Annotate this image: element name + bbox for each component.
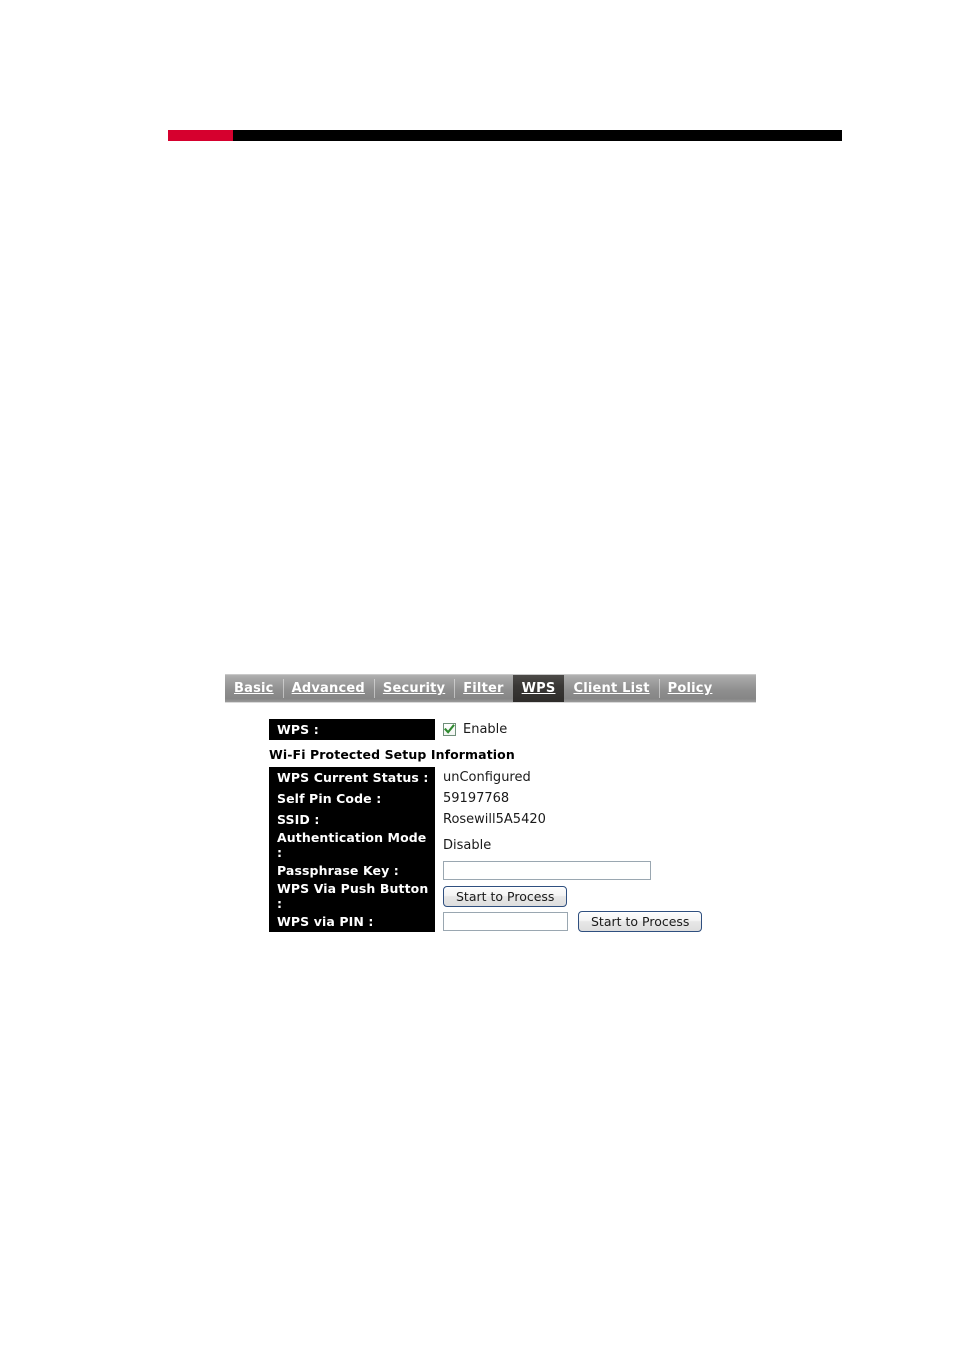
wps-via-pin-label: WPS via PIN : [269, 911, 435, 932]
self-pin-code-label: Self Pin Code : [269, 788, 435, 809]
row-wps-current-status: WPS Current Status : unConfigured [269, 767, 765, 788]
tab-basic-label: Basic [234, 681, 274, 696]
wps-settings-panel: WPS : Enable Wi-Fi Protected Setup Infor… [269, 719, 765, 932]
tab-policy[interactable]: Policy [658, 675, 722, 702]
wps-current-status-value: unConfigured [443, 770, 531, 785]
navigation-tab-bar: Basic Advanced Security Filter WPS Clien… [225, 674, 756, 703]
row-wps-push-button: WPS Via Push Button : Start to Process [269, 881, 765, 911]
tab-filter[interactable]: Filter [454, 675, 512, 702]
self-pin-code-value: 59197768 [443, 791, 510, 806]
wps-enable-checkbox[interactable] [443, 723, 456, 736]
row-wps-enable: WPS : Enable [269, 719, 765, 740]
passphrase-key-label: Passphrase Key : [269, 860, 435, 881]
wps-enable-checkbox-label: Enable [463, 722, 508, 737]
tab-security-label: Security [382, 681, 446, 696]
row-self-pin-code: Self Pin Code : 59197768 [269, 788, 765, 809]
passphrase-key-input[interactable] [443, 861, 651, 880]
row-ssid: SSID : Rosewill5A5420 [269, 809, 765, 830]
header-accent-bar [168, 130, 233, 141]
tab-policy-label: Policy [667, 681, 713, 696]
wps-current-status-label: WPS Current Status : [269, 767, 435, 788]
tab-security[interactable]: Security [373, 675, 454, 702]
tab-advanced-label: Advanced [291, 681, 365, 696]
section-heading-wps-info: Wi-Fi Protected Setup Information [269, 747, 515, 762]
wps-push-button-label: WPS Via Push Button : [269, 881, 435, 911]
header-black-bar [233, 130, 842, 141]
row-passphrase-key: Passphrase Key : [269, 860, 765, 881]
tab-advanced[interactable]: Advanced [282, 675, 374, 702]
wps-pin-input[interactable] [443, 912, 568, 931]
ssid-value: Rosewill5A5420 [443, 812, 546, 827]
tab-basic[interactable]: Basic [225, 675, 283, 702]
tab-wps[interactable]: WPS [512, 675, 565, 702]
authentication-mode-value: Disable [443, 837, 492, 853]
wps-push-button-start-button[interactable]: Start to Process [443, 885, 568, 907]
tab-client-list-label: Client List [573, 681, 650, 696]
document-header-rule [168, 130, 842, 141]
row-wps-via-pin: WPS via PIN : Start to Process [269, 911, 765, 932]
row-authentication-mode: Authentication Mode : Disable [269, 830, 765, 860]
tab-filter-label: Filter [463, 681, 504, 696]
checkmark-icon [444, 724, 455, 734]
tab-wps-label: WPS [521, 681, 556, 696]
ssid-label: SSID : [269, 809, 435, 830]
wps-enable-label: WPS : [269, 719, 435, 740]
wps-enable-control: Enable [435, 722, 507, 737]
wps-pin-start-button[interactable]: Start to Process [578, 911, 703, 932]
tab-client-list[interactable]: Client List [564, 675, 658, 702]
authentication-mode-label: Authentication Mode : [269, 830, 435, 860]
router-config-screenshot: Basic Advanced Security Filter WPS Clien… [225, 674, 765, 932]
